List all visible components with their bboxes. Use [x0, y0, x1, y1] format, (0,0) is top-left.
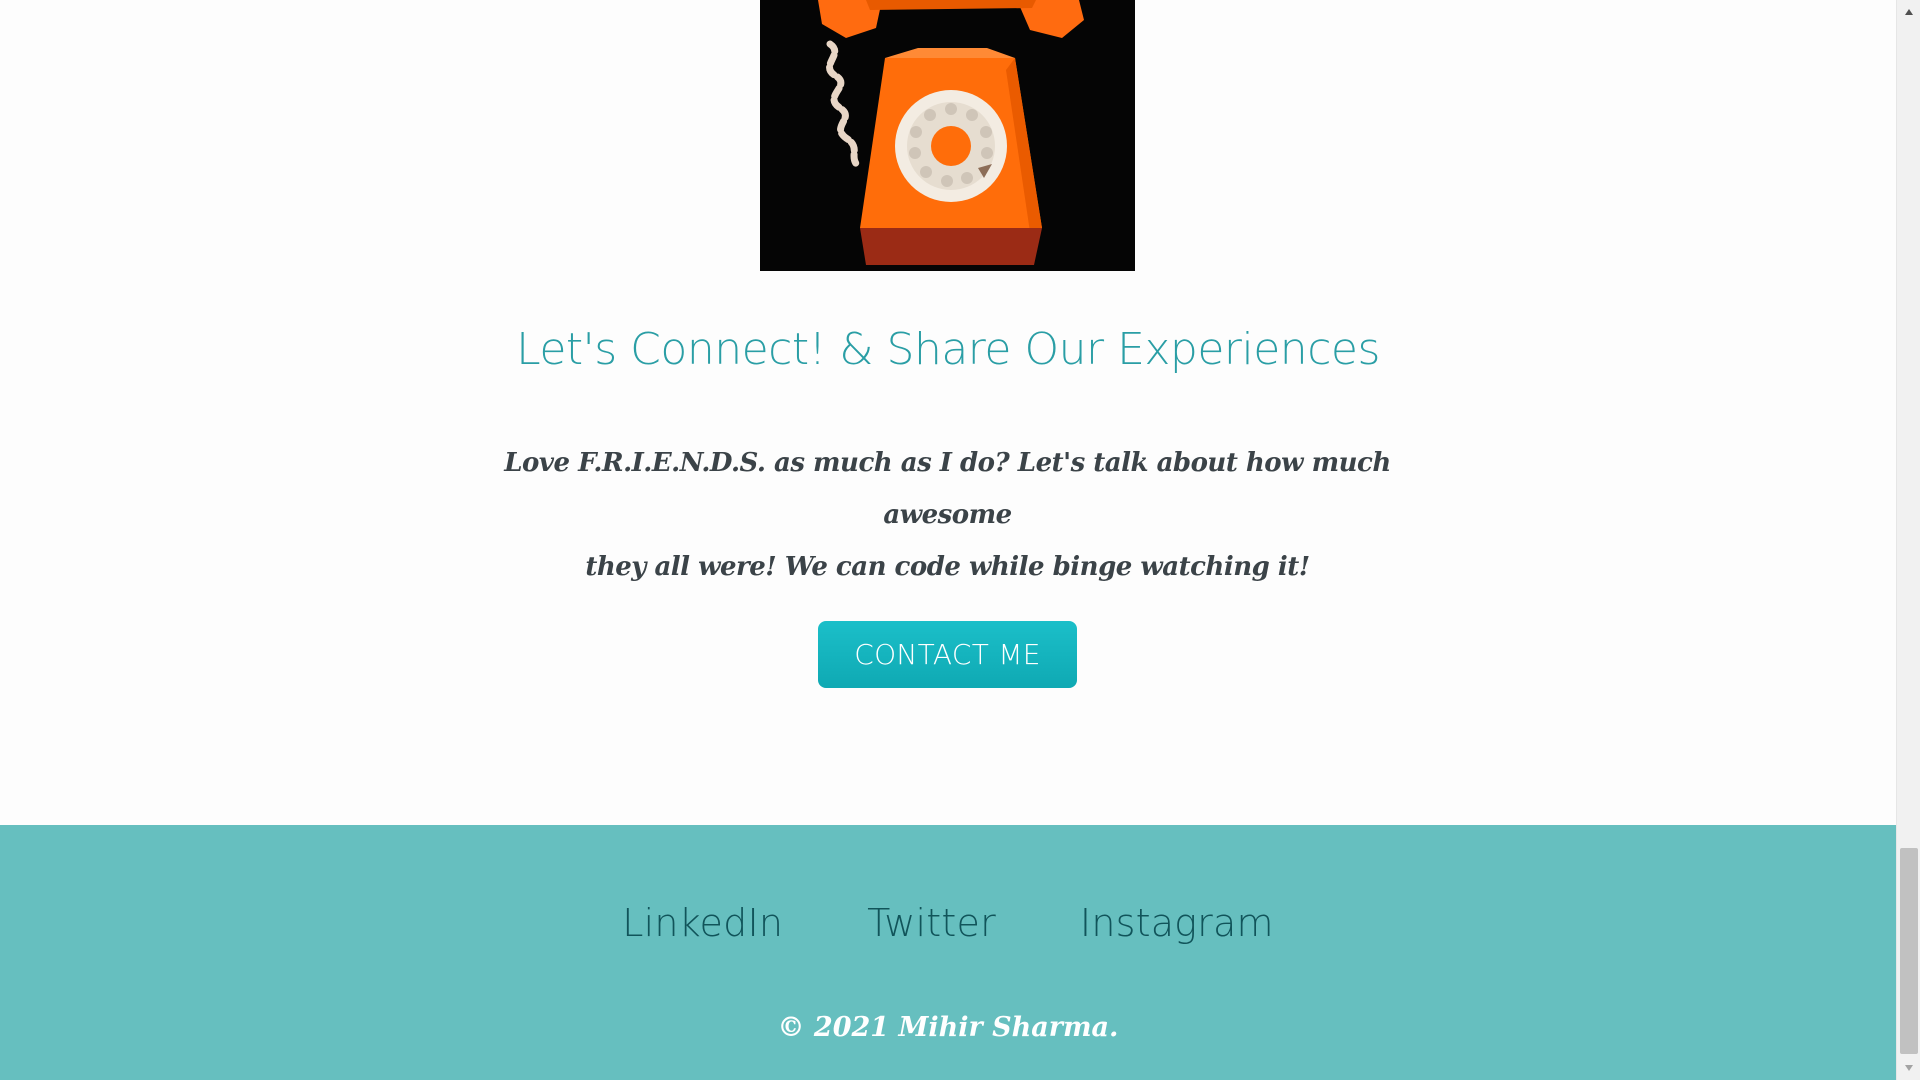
- scrollbar-thumb[interactable]: [1900, 848, 1918, 1054]
- footer-social-links: LinkedIn Twitter Instagram: [0, 897, 1896, 949]
- intro-paragraph: Love F.R.I.E.N.D.S. as much as I do? Let…: [470, 437, 1425, 593]
- browser-viewport: Let's Connect! & Share Our Experiences L…: [0, 0, 1920, 1080]
- section-heading: Let's Connect! & Share Our Experiences: [516, 324, 1380, 375]
- page-content: Let's Connect! & Share Our Experiences L…: [0, 0, 1896, 1080]
- linkedin-link[interactable]: LinkedIn: [622, 897, 783, 949]
- contact-me-button[interactable]: CONTACT ME: [818, 621, 1077, 688]
- footer: LinkedIn Twitter Instagram © 2021 Mihir …: [0, 825, 1896, 1080]
- intro-text-line-2: they all were! We can code while binge w…: [585, 552, 1310, 582]
- copyright-text: © 2021 Mihir Sharma.: [777, 1012, 1119, 1043]
- vertical-scrollbar[interactable]: [1896, 0, 1920, 1080]
- intro-text-line-1: Love F.R.I.E.N.D.S. as much as I do? Let…: [504, 448, 1391, 530]
- scroll-up-arrow-icon[interactable]: [1897, 0, 1920, 24]
- twitter-link[interactable]: Twitter: [867, 897, 996, 949]
- instagram-link[interactable]: Instagram: [1080, 897, 1274, 949]
- scroll-down-arrow-icon[interactable]: [1897, 1056, 1920, 1080]
- rotary-phone-image: [760, 0, 1135, 271]
